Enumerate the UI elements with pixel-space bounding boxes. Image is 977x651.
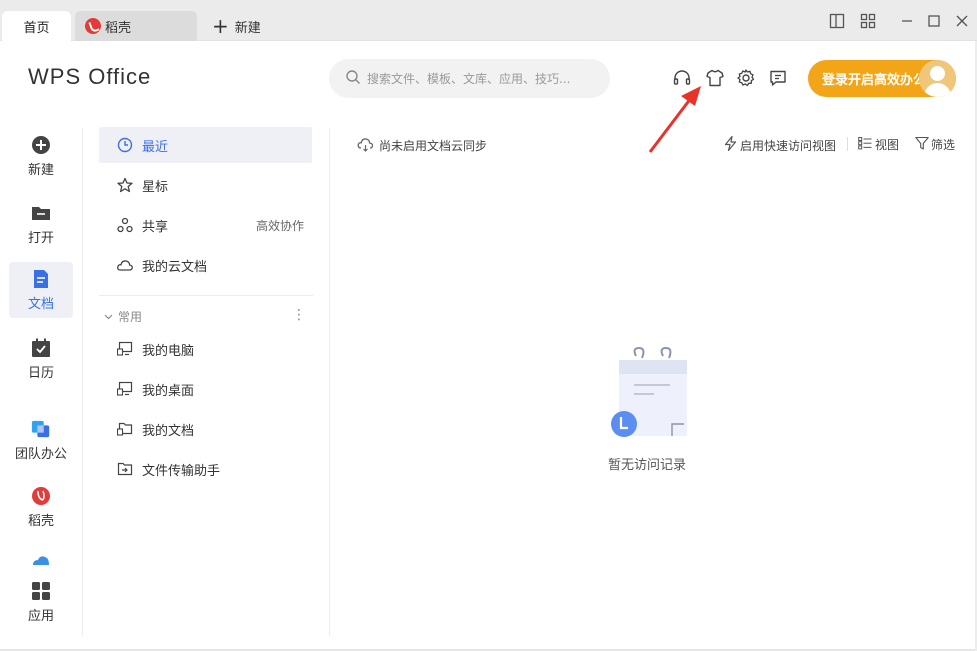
search-input[interactable] xyxy=(367,71,587,86)
tab-home-label: 首页 xyxy=(23,20,50,36)
nav-my-computer[interactable]: 我的电脑 xyxy=(99,331,312,367)
nav-my-desktop[interactable]: 我的桌面 xyxy=(99,371,312,407)
sidebar-layout-icon[interactable] xyxy=(828,12,846,30)
nav-documents-label: 我的文档 xyxy=(142,423,195,439)
title-bar: 首页 稻壳 + 新建 xyxy=(0,0,977,41)
star-icon xyxy=(117,177,133,193)
settings-gear-icon[interactable] xyxy=(736,68,756,88)
share-icon xyxy=(117,217,133,233)
tab-daoke[interactable]: 稻壳 xyxy=(75,11,197,41)
rail-calendar[interactable]: 日历 xyxy=(9,331,73,387)
cloud-outline-icon xyxy=(117,257,133,273)
nav-recent[interactable]: 最近 xyxy=(99,127,312,163)
rail-open[interactable]: 打开 xyxy=(9,196,73,252)
list-view-icon xyxy=(858,136,872,153)
skin-shirt-icon[interactable] xyxy=(705,68,725,88)
nav-starred[interactable]: 星标 xyxy=(99,167,312,203)
daoke-logo-icon xyxy=(85,18,101,34)
maximize-icon[interactable] xyxy=(925,12,943,30)
more-options-icon[interactable]: ⋮ xyxy=(292,307,306,323)
rail-apps[interactable]: 应用 xyxy=(9,574,73,630)
nav-cloud-label: 我的云文档 xyxy=(142,259,208,275)
rail-daoke[interactable]: 稻壳 xyxy=(9,479,73,535)
section-common-label: 常用 xyxy=(118,310,143,324)
view-button[interactable]: 视图 xyxy=(858,136,899,153)
rail-team-label: 团队办公 xyxy=(14,446,67,462)
folder-icon xyxy=(31,203,51,223)
rail-calendar-label: 日历 xyxy=(27,365,54,381)
nav-starred-label: 星标 xyxy=(142,179,169,195)
rail-divider xyxy=(82,128,83,636)
nav-shared-label: 共享 xyxy=(142,219,169,235)
add-circle-icon xyxy=(31,135,51,155)
login-button[interactable]: 登录开启高效办公 xyxy=(808,60,956,97)
clock-icon xyxy=(117,137,133,153)
daoke-icon xyxy=(31,486,51,506)
rail-team[interactable]: 团队办公 xyxy=(9,410,73,470)
annotation-arrow xyxy=(648,86,701,153)
search-bar[interactable] xyxy=(329,59,610,98)
nav-shared[interactable]: 共享 高效协作 xyxy=(99,207,312,243)
login-label: 登录开启高效办公 xyxy=(822,73,927,88)
empty-notepad-illustration xyxy=(611,346,687,437)
documents-folder-icon xyxy=(117,421,133,437)
transfer-folder-icon xyxy=(117,461,133,477)
quick-access-button[interactable]: 启用快速访问视图 xyxy=(724,135,837,154)
nav-cloud-docs[interactable]: 我的云文档 xyxy=(99,247,312,283)
nav-file-transfer[interactable]: 文件传输助手 xyxy=(99,451,312,487)
cloud-icon[interactable] xyxy=(31,551,51,570)
computer-icon xyxy=(117,341,133,357)
rail-open-label: 打开 xyxy=(27,230,54,246)
nav-desktop-label: 我的桌面 xyxy=(142,383,195,399)
nav-recent-label: 最近 xyxy=(142,139,169,155)
rail-docs[interactable]: 文档 xyxy=(9,262,73,318)
tab-home[interactable]: 首页 xyxy=(2,11,71,41)
avatar[interactable] xyxy=(919,60,956,97)
filter-button[interactable]: 筛选 xyxy=(915,136,955,153)
empty-state-message: 暂无访问记录 xyxy=(608,458,687,473)
new-tab-label: 新建 xyxy=(234,20,261,36)
filter-icon xyxy=(915,136,929,153)
nav-my-documents[interactable]: 我的文档 xyxy=(99,411,312,447)
close-icon[interactable] xyxy=(953,12,971,30)
grid-layout-icon[interactable] xyxy=(859,12,877,30)
toolbar-separator xyxy=(847,137,848,151)
calendar-icon xyxy=(31,338,51,358)
cloud-sync-status[interactable]: 尚未启用文档云同步 xyxy=(357,136,487,155)
nav-computer-label: 我的电脑 xyxy=(142,343,195,359)
apps-grid-icon xyxy=(31,581,51,601)
wps-logo: WPS Office xyxy=(28,64,152,89)
rail-new-label: 新建 xyxy=(27,162,54,178)
nav-separator xyxy=(99,295,313,296)
headset-icon[interactable] xyxy=(672,68,692,88)
document-icon xyxy=(31,269,51,289)
panel-divider xyxy=(329,128,330,636)
desktop-icon xyxy=(117,381,133,397)
collaboration-link[interactable]: 高效协作 xyxy=(256,217,304,234)
chevron-down-icon xyxy=(104,310,113,324)
cloud-sync-label: 尚未启用文档云同步 xyxy=(379,139,488,153)
nav-transfer-label: 文件传输助手 xyxy=(142,463,221,479)
plus-icon: + xyxy=(212,14,229,38)
new-tab-button[interactable]: + 新建 xyxy=(212,15,261,37)
message-icon[interactable] xyxy=(768,68,788,88)
quick-access-label: 启用快速访问视图 xyxy=(740,138,837,153)
team-office-icon xyxy=(31,419,51,439)
rail-docs-label: 文档 xyxy=(27,296,54,312)
lightning-icon xyxy=(724,135,737,154)
minimize-icon[interactable] xyxy=(898,12,916,30)
search-icon xyxy=(345,69,361,89)
section-common[interactable]: 常用 xyxy=(104,308,142,325)
rail-daoke-label: 稻壳 xyxy=(27,513,54,529)
cloud-sync-icon xyxy=(357,136,374,155)
rail-new[interactable]: 新建 xyxy=(9,128,73,184)
tab-daoke-label: 稻壳 xyxy=(105,20,132,36)
view-label: 视图 xyxy=(875,138,900,152)
rail-apps-label: 应用 xyxy=(27,608,54,624)
filter-label: 筛选 xyxy=(931,138,956,152)
